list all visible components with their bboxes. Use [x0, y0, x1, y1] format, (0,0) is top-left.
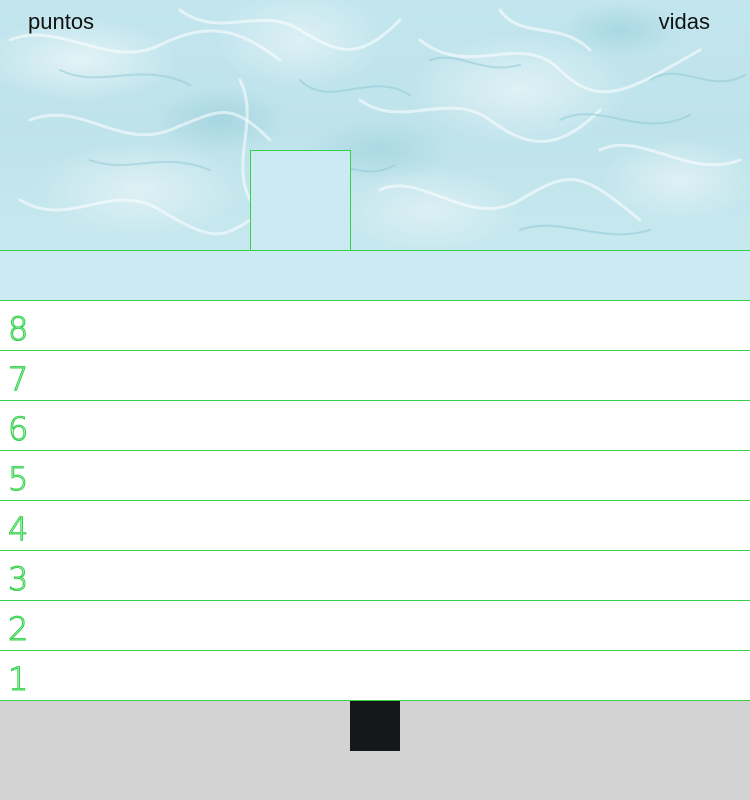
row-number: 8: [7, 308, 48, 348]
row-number-text: 7: [8, 360, 28, 398]
row-number-text: 2: [8, 610, 28, 648]
grid-row-5: 5: [0, 450, 750, 500]
row-number: 6: [7, 408, 48, 448]
row-number-text: 5: [8, 460, 28, 498]
grid-row-7: 7: [0, 350, 750, 400]
water-ripples: [8, 8, 746, 236]
grid-row-4: 4: [0, 500, 750, 550]
row-number-text: 1: [8, 660, 28, 698]
drop-row: [0, 250, 750, 300]
row-number-text: 6: [8, 410, 28, 448]
row-number: 4: [7, 508, 48, 548]
player-block[interactable]: [350, 701, 400, 751]
row-number: 7: [7, 358, 48, 398]
row-number: 2: [7, 608, 48, 648]
row-number-text: 8: [8, 310, 28, 348]
bottom-tray: [0, 700, 750, 800]
score-label: puntos: [28, 9, 95, 34]
grid-row-1: 1: [0, 650, 750, 700]
grid-row-2: 2: [0, 600, 750, 650]
grid-row-8: 8: [0, 300, 750, 350]
water-background: [0, 0, 750, 250]
lives-label: vidas: [658, 9, 710, 34]
row-number: 3: [7, 558, 48, 598]
grid-row-3: 3: [0, 550, 750, 600]
row-number-text: 4: [8, 510, 28, 548]
row-number-text: 3: [8, 560, 28, 598]
row-number: 1: [7, 658, 48, 698]
row-number: 5: [7, 458, 48, 498]
falling-block[interactable]: [250, 150, 351, 251]
grid-row-6: 6: [0, 400, 750, 450]
